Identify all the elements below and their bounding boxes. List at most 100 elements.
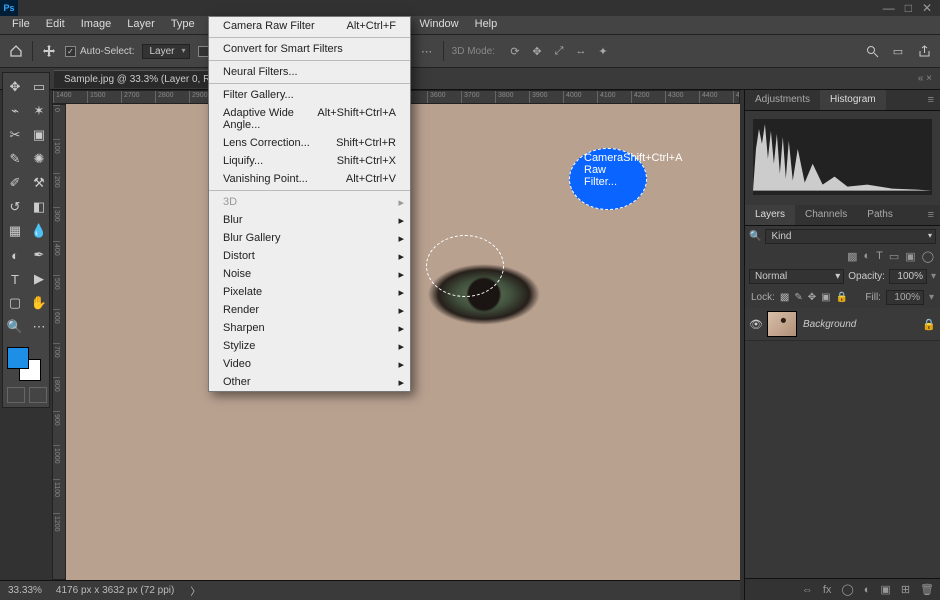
filter-toggle-icon[interactable]: ◯ (922, 250, 934, 263)
visibility-toggle[interactable]: 👁 (749, 318, 761, 331)
tab-histogram[interactable]: Histogram (820, 90, 886, 110)
menu-item-pixelate[interactable]: Pixelate (209, 283, 410, 301)
menu-item-vanishing-point[interactable]: Vanishing Point...Alt+Ctrl+V (209, 170, 410, 188)
menu-item-camera-raw-filter[interactable]: Camera Raw Filter...Shift+Ctrl+A (569, 148, 647, 210)
minimize-button[interactable]: — (883, 1, 895, 15)
layer-name[interactable]: Background (803, 319, 856, 330)
tab-channels[interactable]: Channels (795, 205, 857, 225)
filter-shape-icon[interactable]: ▭ (889, 250, 899, 263)
move-tool-icon[interactable] (41, 43, 57, 59)
3d-dolly-icon[interactable]: ⤢ (551, 43, 567, 59)
history-brush-tool[interactable]: ↺ (5, 197, 25, 217)
3d-pin-icon[interactable]: ✦ (595, 43, 611, 59)
3d-orbit-icon[interactable]: ⟳ (507, 43, 523, 59)
lock-all-icon[interactable]: 🔒 (836, 292, 848, 303)
more-options-icon[interactable]: ⋯ (419, 43, 435, 59)
healing-tool[interactable]: ✺ (29, 149, 49, 169)
menu-item-neural-filters[interactable]: Neural Filters... (209, 63, 410, 81)
blend-mode-select[interactable]: Normal (749, 269, 844, 284)
link-layers-icon[interactable]: ⇔ (802, 584, 813, 596)
3d-slide-icon[interactable]: ↔ (573, 43, 589, 59)
layer-filter-kind[interactable]: Kind (765, 229, 936, 244)
menu-item-last-filter[interactable]: Camera Raw FilterAlt+Ctrl+F (209, 17, 410, 35)
rectangle-tool[interactable]: ▢ (5, 293, 25, 313)
brush-tool[interactable]: ✐ (5, 173, 25, 193)
opacity-input[interactable]: 100% (889, 269, 927, 284)
filter-adjust-icon[interactable]: ◐ (863, 250, 870, 263)
menu-item-filter-gallery[interactable]: Filter Gallery... (209, 86, 410, 104)
new-layer-icon[interactable]: ⊞ (901, 583, 910, 596)
menu-item-stylize[interactable]: Stylize (209, 337, 410, 355)
lock-artboard-icon[interactable]: ▣ (821, 292, 830, 303)
maximize-button[interactable]: □ (905, 1, 912, 15)
share-icon[interactable] (916, 43, 932, 59)
3d-pan-icon[interactable]: ✥ (529, 43, 545, 59)
crop-tool[interactable]: ✂ (5, 125, 25, 145)
close-button[interactable]: ✕ (922, 1, 932, 15)
layer-row-1[interactable]: 👁 Background 🔒 (745, 308, 940, 341)
frame-tool[interactable]: ▣ (29, 125, 49, 145)
menu-item-other[interactable]: Other (209, 373, 410, 391)
adjustment-layer-icon[interactable]: ◐ (864, 584, 871, 596)
auto-select-target[interactable]: Layer (142, 44, 189, 59)
layers-panel-menu-icon[interactable]: ≡ (922, 205, 940, 225)
lock-position-icon[interactable]: ✥ (808, 292, 816, 303)
hand-tool[interactable]: ✋ (29, 293, 49, 313)
lock-image-icon[interactable]: ✎ (794, 292, 802, 303)
filter-smart-icon[interactable]: ▣ (905, 250, 915, 263)
panel-menu-icon[interactable]: ≡ (922, 90, 940, 110)
color-swatches[interactable] (5, 345, 49, 383)
menu-file[interactable]: File (4, 16, 38, 34)
fx-icon[interactable]: fx (823, 584, 832, 596)
group-icon[interactable]: ▣ (880, 583, 890, 596)
clone-stamp-tool[interactable]: ⚒ (29, 173, 49, 193)
menu-item-noise[interactable]: Noise (209, 265, 410, 283)
menu-item-sharpen[interactable]: Sharpen (209, 319, 410, 337)
menu-item-adaptive-wide-angle[interactable]: Adaptive Wide Angle...Alt+Shift+Ctrl+A (209, 104, 410, 134)
menu-type[interactable]: Type (163, 16, 203, 34)
workspace-icon[interactable]: ▭ (890, 43, 906, 59)
mask-icon[interactable]: ◯ (841, 583, 853, 596)
eraser-tool[interactable]: ◧ (29, 197, 49, 217)
menu-item-liquify[interactable]: Liquify...Shift+Ctrl+X (209, 152, 410, 170)
menu-item-blur[interactable]: Blur (209, 211, 410, 229)
fill-input[interactable]: 100% (886, 290, 924, 305)
doc-info[interactable]: 4176 px x 3632 px (72 ppi) (56, 585, 174, 596)
blur-tool[interactable]: 💧 (29, 221, 49, 241)
menu-item-blur-gallery[interactable]: Blur Gallery (209, 229, 410, 247)
edit-toolbar[interactable]: ⋯ (29, 317, 49, 337)
menu-item-video[interactable]: Video (209, 355, 410, 373)
menu-item-render[interactable]: Render (209, 301, 410, 319)
menu-item-lens-correction[interactable]: Lens Correction...Shift+Ctrl+R (209, 134, 410, 152)
type-tool[interactable]: T (5, 269, 25, 289)
filter-type-icon[interactable]: T (876, 250, 883, 263)
delete-layer-icon[interactable]: 🗑 (920, 583, 934, 596)
artboard-tool[interactable]: ▭ (29, 77, 49, 97)
path-select-tool[interactable]: ▶ (29, 269, 49, 289)
tab-adjustments[interactable]: Adjustments (745, 90, 820, 110)
panel-collapse-icon[interactable]: « × (918, 73, 932, 84)
eyedropper-tool[interactable]: ✎ (5, 149, 25, 169)
move-tool[interactable]: ✥ (5, 77, 25, 97)
menu-item-distort[interactable]: Distort (209, 247, 410, 265)
lasso-tool[interactable]: ⌁ (5, 101, 25, 121)
auto-select-checkbox[interactable]: ✓Auto-Select: (65, 46, 134, 57)
quick-mask-toggle[interactable] (5, 387, 49, 403)
tab-layers[interactable]: Layers (745, 205, 795, 225)
foreground-color[interactable] (7, 347, 29, 369)
menu-edit[interactable]: Edit (38, 16, 73, 34)
zoom-level[interactable]: 33.33% (8, 585, 42, 596)
menu-item-3d[interactable]: 3D (209, 193, 410, 211)
gradient-tool[interactable]: ▦ (5, 221, 25, 241)
menu-image[interactable]: Image (73, 16, 120, 34)
pen-tool[interactable]: ✒ (29, 245, 49, 265)
search-icon[interactable] (864, 43, 880, 59)
menu-item-smart-filters[interactable]: Convert for Smart Filters (209, 40, 410, 58)
home-icon[interactable] (8, 43, 24, 59)
zoom-tool[interactable]: 🔍 (5, 317, 25, 337)
lock-transparency-icon[interactable]: ▩ (780, 292, 789, 303)
tab-paths[interactable]: Paths (857, 205, 903, 225)
dodge-tool[interactable]: ◐ (5, 245, 25, 265)
quick-select-tool[interactable]: ✶ (29, 101, 49, 121)
menu-help[interactable]: Help (467, 16, 506, 34)
